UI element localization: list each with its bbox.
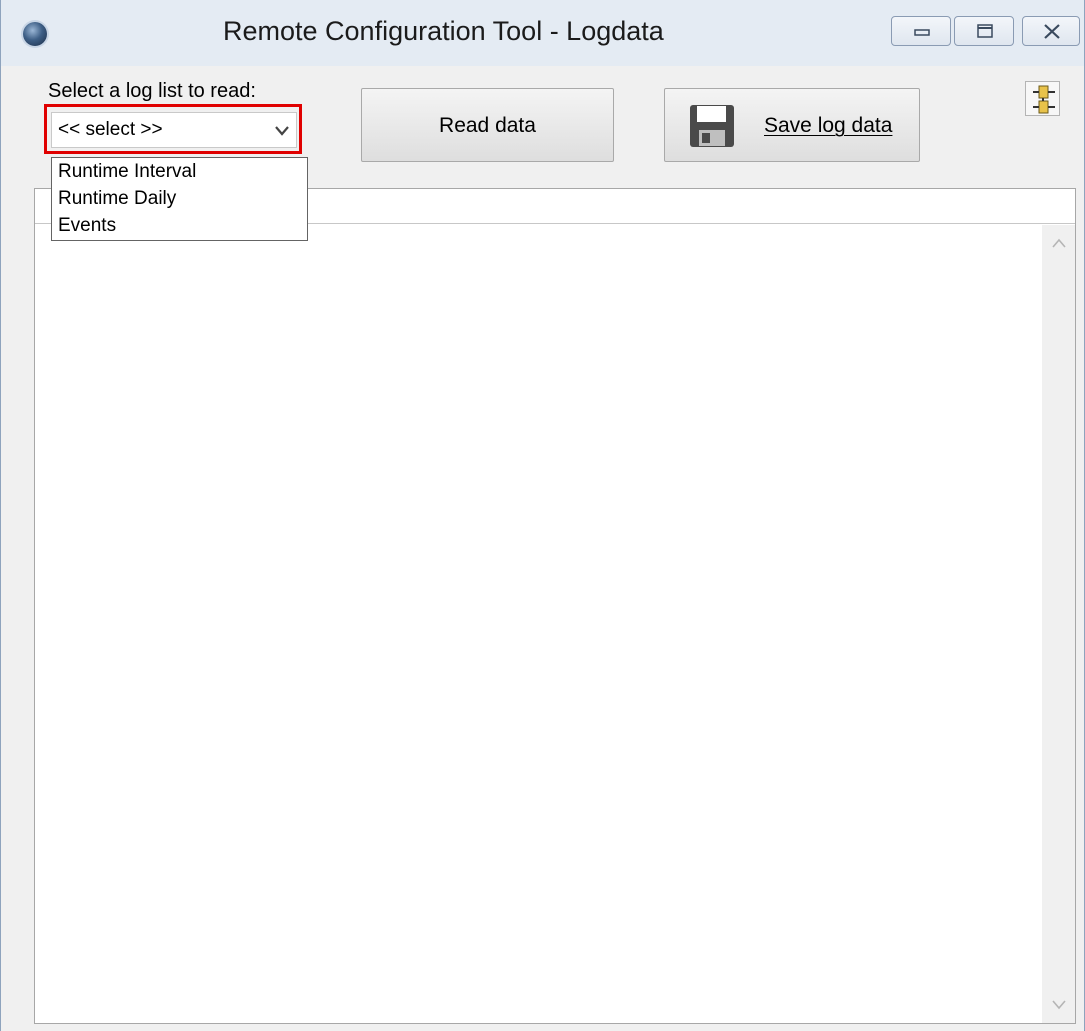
chevron-down-icon: [275, 126, 289, 136]
select-log-label: Select a log list to read:: [48, 80, 256, 102]
dropdown-option-runtime-daily[interactable]: Runtime Daily: [58, 186, 176, 212]
log-list-dropdown: Runtime Interval Runtime Daily Events: [51, 157, 308, 241]
logdata-window: Remote Configuration Tool - Logdata Sele…: [0, 0, 1085, 1031]
connection-settings-icon: [1033, 85, 1055, 114]
minimize-button[interactable]: [891, 16, 951, 46]
title-bar[interactable]: Remote Configuration Tool - Logdata: [1, 0, 1084, 66]
scroll-up-button[interactable]: [1042, 225, 1075, 261]
close-button[interactable]: [1022, 16, 1080, 46]
connection-settings-button[interactable]: [1025, 81, 1060, 116]
maximize-button[interactable]: [954, 16, 1014, 46]
log-data-panel[interactable]: [34, 188, 1076, 1024]
read-data-label: Read data: [439, 114, 536, 137]
dropdown-option-runtime-interval[interactable]: Runtime Interval: [58, 159, 196, 185]
dropdown-option-events[interactable]: Events: [58, 213, 116, 239]
scroll-down-button[interactable]: [1042, 987, 1075, 1023]
scroll-up-arrow-icon: [1052, 238, 1066, 248]
vertical-scrollbar[interactable]: [1042, 225, 1075, 1023]
maximize-icon: [977, 24, 993, 38]
log-list-combobox[interactable]: << select >>: [51, 112, 297, 148]
close-icon: [1044, 24, 1060, 39]
scroll-down-arrow-icon: [1052, 1000, 1066, 1010]
save-log-data-button[interactable]: Save log data: [664, 88, 920, 162]
combobox-value: << select >>: [58, 119, 163, 140]
save-log-data-label: Save log data: [764, 114, 893, 137]
window-title: Remote Configuration Tool - Logdata: [223, 16, 664, 46]
app-globe-icon[interactable]: [23, 22, 47, 46]
floppy-disk-icon: [690, 105, 734, 147]
minimize-icon: [914, 29, 930, 36]
read-data-button[interactable]: Read data: [361, 88, 614, 162]
